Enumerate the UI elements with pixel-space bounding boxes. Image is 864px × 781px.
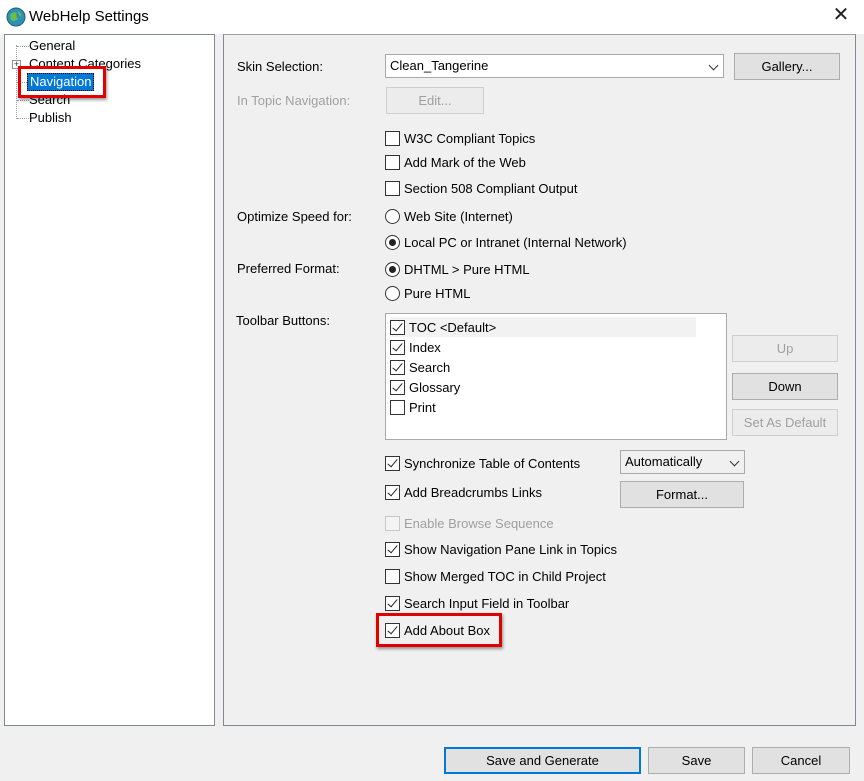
checkbox-icon <box>385 455 400 471</box>
merged-toc-checkbox[interactable]: Show Merged TOC in Child Project <box>385 567 606 585</box>
checkbox-icon <box>385 568 400 584</box>
w3c-compliant-label: W3C Compliant Topics <box>404 130 536 146</box>
toolbar-buttons-list[interactable]: TOC <Default> Index Search Glossary Prin… <box>385 313 727 440</box>
skin-selection-dropdown[interactable]: Clean_Tangerine <box>385 54 724 78</box>
breadcrumbs-checkbox[interactable]: Add Breadcrumbs Links <box>385 483 542 501</box>
skin-selection-label: Skin Selection: <box>237 59 323 74</box>
checkbox-icon <box>390 399 405 415</box>
gallery-button[interactable]: Gallery... <box>734 53 840 80</box>
w3c-compliant-checkbox[interactable]: W3C Compliant Topics <box>385 129 535 147</box>
radio-pure-html[interactable]: Pure HTML <box>385 284 470 302</box>
sync-mode-value: Automatically <box>625 454 703 469</box>
list-item-toc[interactable]: TOC <Default> <box>390 317 696 337</box>
list-item-glossary[interactable]: Glossary <box>390 377 460 397</box>
chevron-down-icon <box>708 60 719 71</box>
checkbox-icon <box>385 154 400 170</box>
synchronize-toc-checkbox[interactable]: Synchronize Table of Contents <box>385 454 580 472</box>
down-button[interactable]: Down <box>732 373 838 400</box>
local-pc-label: Local PC or Intranet (Internal Network) <box>404 234 627 250</box>
checkbox-icon <box>385 130 400 146</box>
save-and-generate-button[interactable]: Save and Generate <box>444 747 641 774</box>
dhtml-label: DHTML > Pure HTML <box>404 261 530 277</box>
radio-icon <box>385 261 400 277</box>
edit-button[interactable]: Edit... <box>386 87 484 114</box>
tree-connector <box>17 46 29 47</box>
toolbar-buttons-label: Toolbar Buttons: <box>236 313 330 328</box>
tree-connector <box>17 118 29 119</box>
list-item-index[interactable]: Index <box>390 337 441 357</box>
list-item-label: TOC <Default> <box>409 319 497 335</box>
radio-icon <box>385 208 400 224</box>
checkbox-icon <box>390 339 405 355</box>
checkbox-icon <box>385 484 400 500</box>
save-button[interactable]: Save <box>648 747 745 774</box>
list-item-label: Index <box>409 339 441 355</box>
close-icon[interactable]: ✕ <box>826 2 856 30</box>
nav-pane-link-checkbox[interactable]: Show Navigation Pane Link in Topics <box>385 540 617 558</box>
mark-of-web-checkbox[interactable]: Add Mark of the Web <box>385 153 526 171</box>
sync-mode-dropdown[interactable]: Automatically <box>620 450 745 474</box>
list-item-label: Search <box>409 359 451 375</box>
chevron-down-icon <box>729 456 740 467</box>
checkbox-icon <box>390 359 405 375</box>
nav-pane-link-label: Show Navigation Pane Link in Topics <box>404 541 617 557</box>
tree-item-general[interactable]: General <box>29 38 75 54</box>
pure-html-label: Pure HTML <box>404 285 471 301</box>
radio-icon <box>385 285 400 301</box>
radio-dhtml[interactable]: DHTML > Pure HTML <box>385 260 530 278</box>
checkbox-icon <box>390 379 405 395</box>
window-title: WebHelp Settings <box>29 8 149 25</box>
preferred-format-label: Preferred Format: <box>237 261 340 276</box>
in-topic-navigation-label: In Topic Navigation: <box>237 93 351 108</box>
search-input-field-checkbox[interactable]: Search Input Field in Toolbar <box>385 594 569 612</box>
checkbox-icon <box>385 595 400 611</box>
set-as-default-button[interactable]: Set As Default <box>732 409 838 436</box>
skin-selection-value: Clean_Tangerine <box>390 58 489 73</box>
browse-sequence-label: Enable Browse Sequence <box>404 515 554 531</box>
radio-local-pc[interactable]: Local PC or Intranet (Internal Network) <box>385 233 627 251</box>
tree-connector <box>17 100 29 101</box>
list-item-label: Glossary <box>409 379 461 395</box>
checkbox-icon <box>385 541 400 557</box>
format-button[interactable]: Format... <box>620 481 744 508</box>
optimize-speed-label: Optimize Speed for: <box>237 209 352 224</box>
list-item-label: Print <box>409 399 436 415</box>
merged-toc-label: Show Merged TOC in Child Project <box>404 568 606 584</box>
browse-sequence-checkbox[interactable]: Enable Browse Sequence <box>385 514 554 532</box>
web-site-label: Web Site (Internet) <box>404 208 513 224</box>
list-item-search[interactable]: Search <box>390 357 450 377</box>
webhelp-app-icon <box>6 7 26 27</box>
cancel-button[interactable]: Cancel <box>752 747 850 774</box>
up-button[interactable]: Up <box>732 335 838 362</box>
highlight-box-navigation <box>18 66 106 98</box>
highlight-box-about-box <box>376 613 502 647</box>
checkbox-icon <box>385 180 400 196</box>
search-input-field-label: Search Input Field in Toolbar <box>404 595 570 611</box>
radio-icon <box>385 234 400 250</box>
section-508-checkbox[interactable]: Section 508 Compliant Output <box>385 179 577 197</box>
tree-item-publish[interactable]: Publish <box>29 110 72 126</box>
radio-web-site[interactable]: Web Site (Internet) <box>385 207 513 225</box>
settings-tree: General + Content Categories Search Publ… <box>4 34 215 726</box>
section-508-label: Section 508 Compliant Output <box>404 180 578 196</box>
checkbox-icon <box>390 319 405 335</box>
mark-of-web-label: Add Mark of the Web <box>404 154 526 170</box>
synchronize-toc-label: Synchronize Table of Contents <box>404 455 581 471</box>
checkbox-icon <box>385 515 400 531</box>
breadcrumbs-label: Add Breadcrumbs Links <box>404 484 543 500</box>
list-item-print[interactable]: Print <box>390 397 436 417</box>
